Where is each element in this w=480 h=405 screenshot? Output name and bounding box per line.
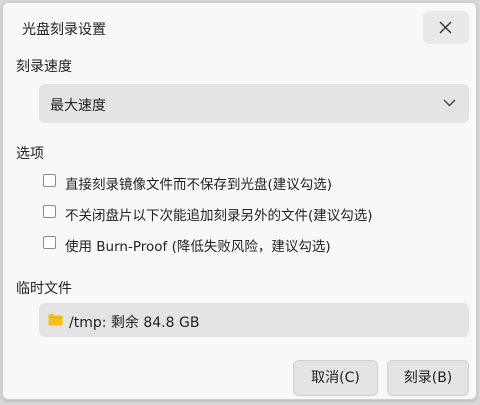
option-label: 直接刻录镜像文件而不保存到光盘(建议勾选) bbox=[65, 177, 333, 193]
temp-path-text: /tmp: 剩余 84.8 GB bbox=[69, 315, 200, 331]
multisession-checkbox[interactable] bbox=[43, 205, 56, 218]
burn-settings-dialog: 光盘刻录设置 刻录速度 最大速度 选项 直接刻录镜像文件而不保存到光盘(建议勾选… bbox=[2, 2, 477, 400]
options-section-label: 选项 bbox=[16, 146, 44, 162]
temp-section-label: 临时文件 bbox=[16, 281, 72, 297]
direct-burn-checkbox[interactable] bbox=[43, 174, 56, 187]
speed-select[interactable]: 最大速度 bbox=[39, 84, 469, 123]
close-icon bbox=[439, 21, 452, 34]
dialog-title: 光盘刻录设置 bbox=[22, 22, 106, 38]
burn-proof-checkbox[interactable] bbox=[43, 236, 56, 249]
speed-select-value: 最大速度 bbox=[50, 98, 106, 114]
option-label: 使用 Burn-Proof (降低失败风险，建议勾选) bbox=[65, 239, 331, 255]
burn-button[interactable]: 刻录(B) bbox=[387, 360, 469, 396]
folder-icon bbox=[48, 314, 63, 326]
option-label: 不关闭盘片以下次能追加刻录另外的文件(建议勾选) bbox=[65, 208, 373, 224]
cancel-button[interactable]: 取消(C) bbox=[293, 360, 378, 396]
temp-path-selector[interactable]: /tmp: 剩余 84.8 GB bbox=[39, 303, 469, 337]
speed-section-label: 刻录速度 bbox=[16, 59, 72, 75]
close-button[interactable] bbox=[423, 11, 469, 44]
chevron-down-icon bbox=[443, 99, 456, 107]
